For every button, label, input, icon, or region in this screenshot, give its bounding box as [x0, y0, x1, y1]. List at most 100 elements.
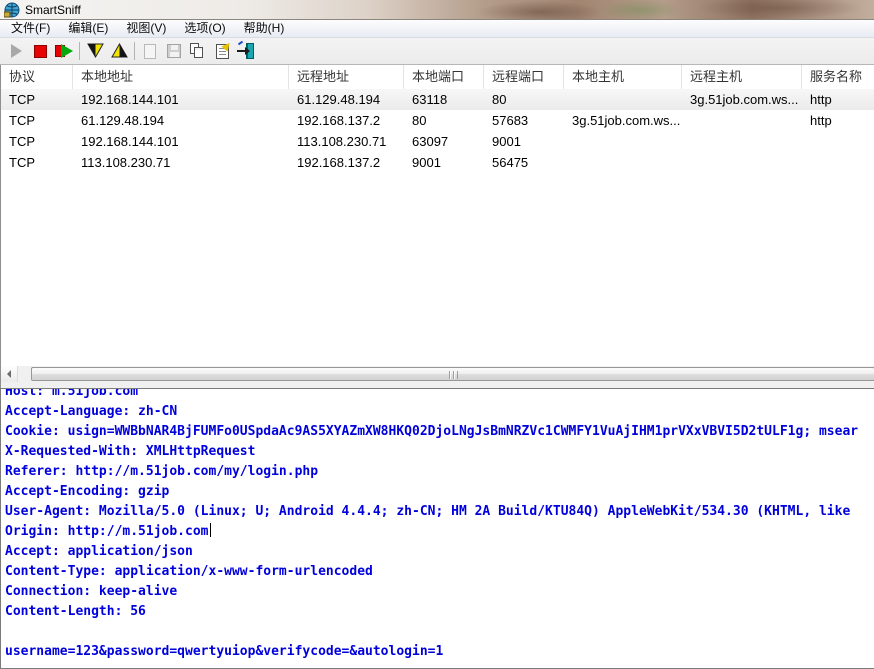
cell-local_port: 80: [404, 110, 484, 131]
column-header[interactable]: 远程主机: [682, 65, 802, 89]
detail-line: X-Requested-With: XMLHttpRequest: [5, 442, 874, 462]
save-button: [162, 40, 186, 62]
copy-icon: [190, 43, 206, 59]
cell-local_host: 3g.51job.com.ws...: [564, 110, 682, 131]
cell-local_address: 192.168.144.101: [73, 89, 289, 110]
scroll-thumb[interactable]: [31, 367, 874, 381]
packet-detail-pane[interactable]: Host: m.51job.comAccept-Language: zh-CNC…: [0, 388, 874, 669]
connections-pane: 协议本地地址远程地址本地端口远程端口本地主机远程主机服务名称 TCP192.16…: [0, 65, 874, 382]
detail-line: Content-Length: 56: [5, 602, 874, 622]
toolbar: [0, 38, 874, 65]
cell-local_host: [564, 89, 682, 110]
cell-remote_address: 113.108.230.71: [289, 131, 404, 152]
capture-filter-icon: [111, 43, 128, 59]
scroll-left-icon: [7, 370, 11, 378]
new-file-icon: [144, 44, 156, 59]
start-capture-icon: [55, 44, 74, 58]
detail-text: Host: m.51job.comAccept-Language: zh-CNC…: [1, 388, 874, 662]
cell-service: [802, 152, 874, 173]
horizontal-scrollbar[interactable]: [1, 366, 874, 382]
cell-local_host: [564, 131, 682, 152]
cell-remote_address: 192.168.137.2: [289, 110, 404, 131]
cell-remote_port: 57683: [484, 110, 564, 131]
detail-line: username=123&password=qwertyuiop&verifyc…: [5, 642, 874, 662]
detail-line: User-Agent: Mozilla/5.0 (Linux; U; Andro…: [5, 502, 874, 522]
display-filter-button[interactable]: [83, 40, 107, 62]
column-header[interactable]: 服务名称: [802, 65, 874, 89]
column-header[interactable]: 本地端口: [404, 65, 484, 89]
detail-line: Accept-Encoding: gzip: [5, 482, 874, 502]
text-caret: [210, 523, 211, 537]
cell-remote_address: 192.168.137.2: [289, 152, 404, 173]
play-button: [4, 40, 28, 62]
table-row[interactable]: TCP61.129.48.194192.168.137.280576833g.5…: [1, 110, 874, 131]
cell-local_address: 61.129.48.194: [73, 110, 289, 131]
exit-icon: [237, 43, 255, 59]
detail-line: Connection: keep-alive: [5, 582, 874, 602]
column-header[interactable]: 远程端口: [484, 65, 564, 89]
scroll-grip: [449, 371, 458, 379]
play-icon: [11, 44, 22, 58]
column-header[interactable]: 远程地址: [289, 65, 404, 89]
column-header[interactable]: 协议: [1, 65, 73, 89]
window-title: SmartSniff: [25, 3, 81, 17]
cell-local_port: 63097: [404, 131, 484, 152]
title-bar[interactable]: SmartSniff: [0, 0, 874, 20]
cell-remote_port: 56475: [484, 152, 564, 173]
table-row[interactable]: TCP192.168.144.10161.129.48.1946311880 3g…: [1, 89, 874, 110]
display-filter-icon: [87, 43, 104, 59]
scroll-left-button[interactable]: [1, 366, 18, 382]
cell-protocol: TCP: [1, 110, 73, 131]
table-row[interactable]: TCP113.108.230.71192.168.137.2900156475: [1, 152, 874, 173]
menu-item[interactable]: 视图(V): [117, 20, 175, 37]
cell-remote_host: [682, 110, 802, 131]
cell-remote_host: 3g.51job.com.ws...: [682, 89, 802, 110]
column-header[interactable]: 本地地址: [73, 65, 289, 89]
detail-line: Accept: application/json: [5, 542, 874, 562]
detail-line: [5, 622, 874, 642]
detail-line: Origin: http://m.51job.com: [5, 522, 874, 542]
cell-remote_port: 9001: [484, 131, 564, 152]
toolbar-separator: [79, 42, 80, 60]
cell-remote_address: 61.129.48.194: [289, 89, 404, 110]
detail-line: Host: m.51job.com: [5, 388, 874, 402]
table-row[interactable]: TCP192.168.144.101113.108.230.7163097900…: [1, 131, 874, 152]
cell-local_address: 113.108.230.71: [73, 152, 289, 173]
menu-item[interactable]: 选项(O): [175, 20, 234, 37]
cell-protocol: TCP: [1, 152, 73, 173]
menu-item[interactable]: 编辑(E): [59, 20, 117, 37]
toolbar-separator: [134, 42, 135, 60]
menu-item[interactable]: 帮助(H): [235, 20, 294, 37]
detail-line: Accept-Language: zh-CN: [5, 402, 874, 422]
copy-button[interactable]: [186, 40, 210, 62]
new-file-button: [138, 40, 162, 62]
cell-service: [802, 131, 874, 152]
cell-protocol: TCP: [1, 89, 73, 110]
cell-local_address: 192.168.144.101: [73, 131, 289, 152]
cell-local_host: [564, 152, 682, 173]
save-icon: [167, 44, 181, 58]
cell-protocol: TCP: [1, 131, 73, 152]
start-capture-button[interactable]: [52, 40, 76, 62]
cell-service: http: [802, 110, 874, 131]
cell-remote_host: [682, 152, 802, 173]
stop-capture-button[interactable]: [28, 40, 52, 62]
menu-bar: 文件(F)编辑(E)视图(V)选项(O)帮助(H): [0, 20, 874, 38]
menu-item[interactable]: 文件(F): [2, 20, 59, 37]
stop-icon: [34, 45, 47, 58]
cell-local_port: 63118: [404, 89, 484, 110]
cell-remote_port: 80: [484, 89, 564, 110]
cell-local_port: 9001: [404, 152, 484, 173]
exit-button[interactable]: [234, 40, 258, 62]
cell-service: http: [802, 89, 874, 110]
capture-filter-button[interactable]: [107, 40, 131, 62]
table-header: 协议本地地址远程地址本地端口远程端口本地主机远程主机服务名称: [1, 65, 874, 89]
properties-icon: [216, 44, 229, 59]
column-header[interactable]: 本地主机: [564, 65, 682, 89]
table-body: TCP192.168.144.10161.129.48.19463118803g…: [1, 89, 874, 173]
app-icon: [4, 2, 20, 18]
detail-line: Referer: http://m.51job.com/my/login.php: [5, 462, 874, 482]
detail-line: Cookie: usign=WWBbNAR4BjFUMFo0USpdaAc9AS…: [5, 422, 874, 442]
properties-button[interactable]: [210, 40, 234, 62]
cell-remote_host: [682, 131, 802, 152]
